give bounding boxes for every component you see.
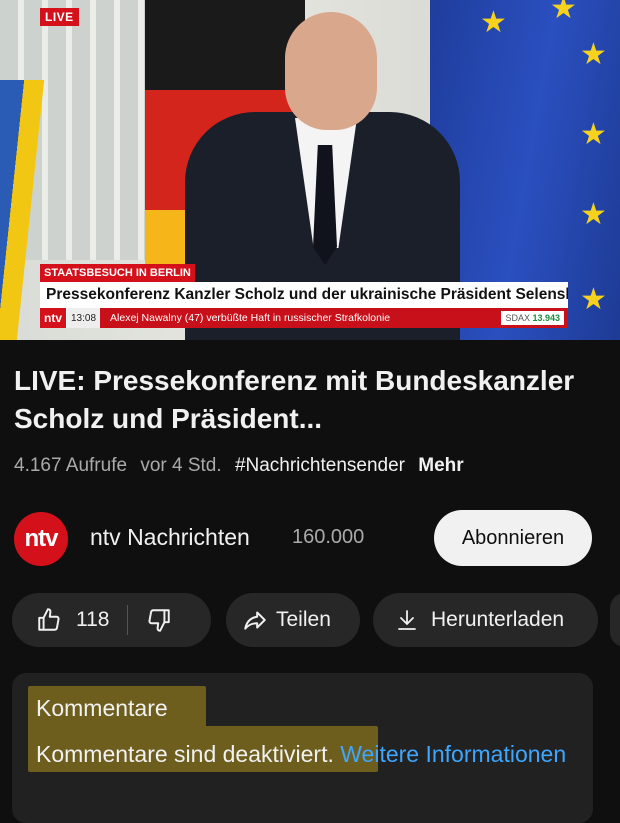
subscribe-button[interactable]: Abonnieren xyxy=(434,510,592,566)
download-button[interactable]: Herunterladen xyxy=(373,593,598,647)
more-info-link[interactable]: Weitere Informationen xyxy=(340,741,566,767)
live-badge: LIVE xyxy=(40,8,79,26)
more-button[interactable]: Mehr xyxy=(418,455,463,476)
like-divider xyxy=(127,605,129,635)
dislike-button[interactable] xyxy=(146,607,172,633)
like-count: 118 xyxy=(76,608,110,631)
ticker-index-value: 13.943 xyxy=(532,313,560,323)
download-label: Herunterladen xyxy=(431,608,565,631)
video-meta[interactable]: 4.167 Aufrufe vor 4 Std. #Nachrichtensen… xyxy=(14,455,464,477)
comments-disabled-message: Kommentare sind deaktiviert. Weitere Inf… xyxy=(36,737,576,771)
download-icon xyxy=(395,607,419,633)
thumbs-down-icon xyxy=(146,607,172,633)
comments-title: Kommentare xyxy=(36,695,168,721)
ticker-time: 13:08 xyxy=(67,308,101,328)
ticker-logo: ntv xyxy=(40,308,67,328)
upload-age: vor 4 Std. xyxy=(140,455,222,476)
video-title[interactable]: LIVE: Pressekonferenz mit Bundeskanzler … xyxy=(14,362,606,438)
thumbs-up-icon xyxy=(36,607,62,633)
lower-third-title: Pressekonferenz Kanzler Scholz und der u… xyxy=(40,282,568,308)
ticker-text: Alexej Nawalny (47) verbüßte Haft in rus… xyxy=(110,312,391,324)
subscriber-count: 160.000 xyxy=(292,526,365,548)
like-dislike-group: 118 xyxy=(12,593,211,647)
ticker-index-label: SDAX xyxy=(505,313,530,323)
channel-avatar[interactable]: ntv xyxy=(14,512,68,566)
news-ticker: ntv 13:08 Alexej Nawalny (47) verbüßte H… xyxy=(40,308,568,328)
comments-disabled-text: Kommentare sind deaktiviert. xyxy=(36,741,334,767)
share-label: Teilen xyxy=(276,608,331,631)
view-count: 4.167 Aufrufe xyxy=(14,455,128,476)
channel-name[interactable]: ntv Nachrichten xyxy=(90,524,250,551)
share-button[interactable]: Teilen xyxy=(226,593,360,647)
ticker-index: SDAX 13.943 xyxy=(501,311,564,325)
speaker-head xyxy=(285,12,377,130)
share-icon xyxy=(242,607,268,633)
lower-third-tag: STAATSBESUCH IN BERLIN xyxy=(40,264,195,282)
video-player[interactable]: ★ ★ ★ ★ ★ ★ LIVE STAATSBESUCH IN BERLIN … xyxy=(0,0,620,340)
more-actions-pill[interactable] xyxy=(610,593,620,647)
like-button[interactable]: 118 xyxy=(12,607,109,633)
news-lower-third: STAATSBESUCH IN BERLIN Pressekonferenz K… xyxy=(40,264,568,328)
hashtag-link[interactable]: #Nachrichtensender xyxy=(235,455,405,476)
comments-panel[interactable]: Kommentare Kommentare sind deaktiviert. … xyxy=(12,673,593,823)
channel-row: ntv ntv Nachrichten 160.000 Abonnieren xyxy=(14,510,606,566)
action-bar: 118 Teilen Herunterladen xyxy=(12,593,620,647)
